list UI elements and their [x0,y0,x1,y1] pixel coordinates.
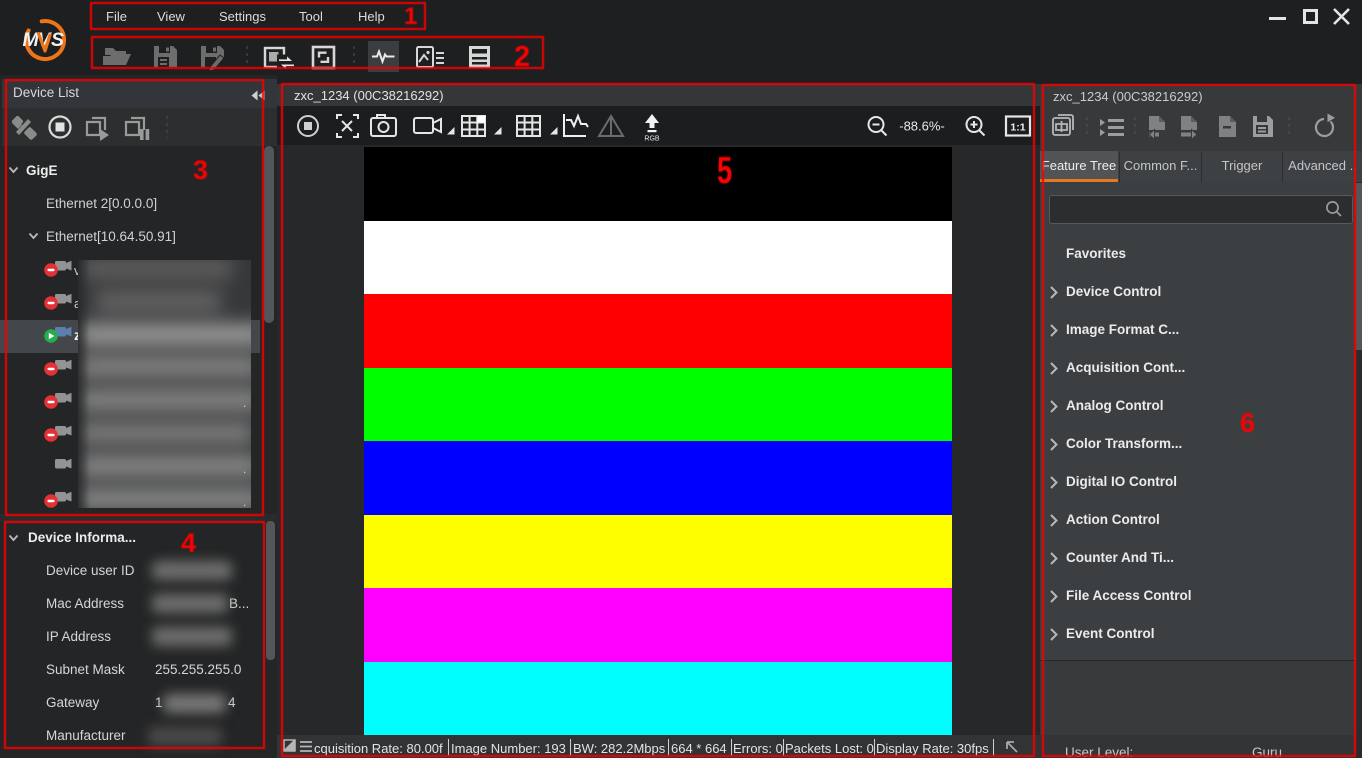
svg-text:S: S [51,29,64,51]
svg-text:RGB: RGB [644,136,660,143]
svg-text:-88.6%-: -88.6%- [899,119,945,134]
svg-text:1:1: 1:1 [1010,122,1025,134]
